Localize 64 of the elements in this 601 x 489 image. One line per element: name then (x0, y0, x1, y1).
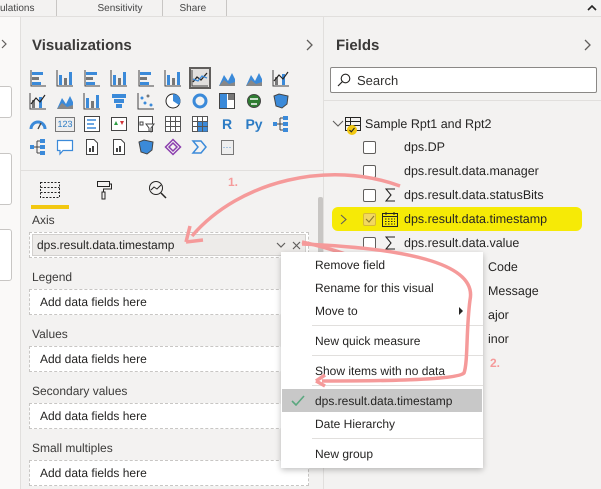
field-name[interactable]: Code (488, 260, 518, 274)
well-label: Legend (31, 270, 72, 286)
pane-title: Visualizations (32, 36, 132, 54)
line-chart-icon[interactable] (189, 67, 211, 89)
ribbon-tab[interactable]: Share (179, 0, 228, 16)
column-chart-icon[interactable] (162, 67, 184, 89)
table-name[interactable]: Sample Rpt1 and Rpt2 (365, 117, 492, 131)
paint-roller-icon (95, 180, 113, 200)
table-icon (345, 117, 361, 131)
well-label: Values (31, 327, 68, 343)
well-label: Secondary values (31, 384, 128, 400)
table-icon[interactable] (162, 113, 184, 135)
placeholder-text: Add data fields here (39, 409, 147, 423)
line-column-chart-icon[interactable] (27, 90, 49, 112)
stacked-column-chart-icon[interactable] (54, 67, 76, 89)
checkmark-icon (291, 395, 305, 406)
sigma-icon (384, 188, 396, 202)
annotation-label: 1. (228, 175, 238, 189)
chevron-icon[interactable] (1, 39, 7, 49)
submenu-arrow-icon (459, 307, 463, 315)
drop-zone[interactable]: Add data fields here (29, 460, 309, 486)
field-name[interactable]: dps.result.data.statusBits (404, 188, 544, 202)
waterfall-chart-icon[interactable] (81, 90, 103, 112)
field-checkbox[interactable] (363, 212, 376, 226)
field-name[interactable]: dps.result.data.value (404, 236, 520, 250)
expand-chevron-icon[interactable] (332, 120, 344, 128)
field-checkbox[interactable] (363, 188, 376, 202)
slicer-icon[interactable] (135, 113, 157, 135)
list-card-icon[interactable] (81, 113, 103, 135)
field-name[interactable]: dps.result.data.manager (404, 164, 539, 178)
well-label: Axis (31, 213, 55, 229)
search-field[interactable]: Search (330, 67, 597, 93)
sigma-icon (384, 236, 396, 250)
fields-well-icon (39, 181, 61, 199)
field-name[interactable]: ajor (488, 308, 509, 322)
menu-item[interactable]: dps.result.data.timestamp (282, 389, 482, 412)
field-name[interactable]: inor (488, 332, 509, 346)
search-icon (337, 73, 351, 87)
magnifier-chart-icon (147, 180, 169, 200)
field-name[interactable]: Message (488, 284, 539, 298)
field-checkbox[interactable] (363, 164, 376, 178)
pane-title: Fields (336, 36, 380, 54)
annotation-label: 2. (490, 356, 500, 370)
well-label: Small multiples (31, 441, 113, 457)
matrix-icon[interactable] (189, 113, 211, 135)
clustered-column-chart-icon[interactable] (108, 67, 130, 89)
chevron-icon[interactable] (306, 39, 313, 51)
line-column-chart-icon[interactable] (270, 67, 292, 89)
chevron-icon[interactable] (584, 39, 591, 51)
scatter-chart-icon[interactable] (135, 90, 157, 112)
close-icon[interactable] (292, 240, 301, 250)
ribbon-tab[interactable]: ulations (0, 0, 58, 16)
expand-chevron-icon[interactable] (340, 214, 346, 224)
field-name[interactable]: dps.DP (404, 140, 445, 154)
placeholder-text: Add data fields here (39, 352, 147, 366)
ribbon-tab[interactable]: Sensitivity (97, 0, 164, 16)
field-checkbox[interactable] (363, 140, 376, 154)
placeholder-text: Add data fields here (39, 295, 147, 309)
treemap-icon[interactable] (216, 90, 238, 112)
collapse-icon[interactable] (587, 4, 597, 11)
placeholder-text: Add data fields here (39, 466, 147, 480)
diamond-icon[interactable] (162, 136, 184, 158)
calendar-icon (382, 212, 398, 226)
chevron-down-icon[interactable] (276, 242, 286, 248)
